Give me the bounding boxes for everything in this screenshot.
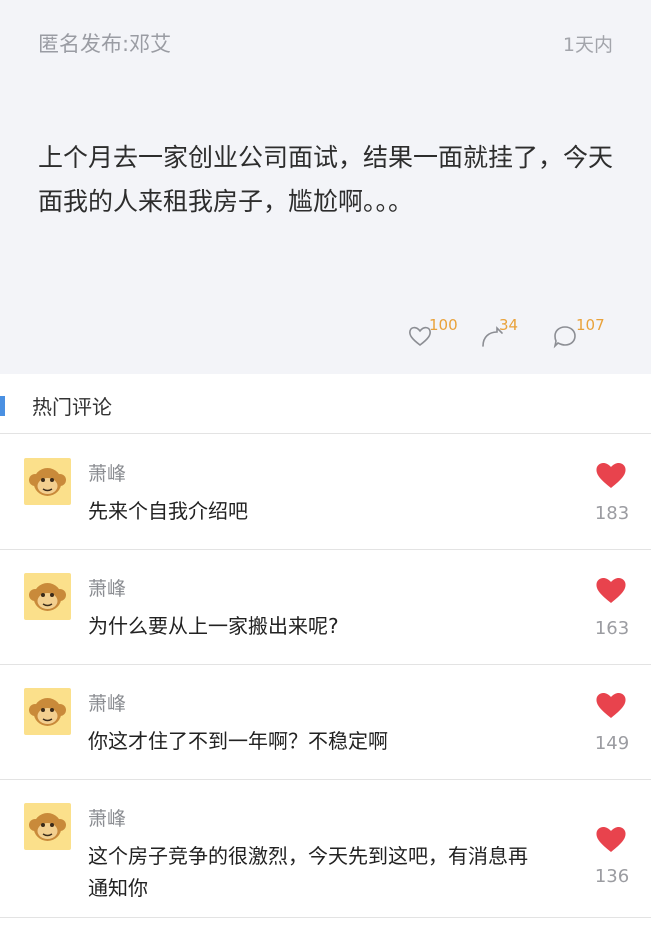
section-header: 热门评论 [0,374,651,434]
heart-icon[interactable] [595,460,627,490]
comment-like-count: 136 [594,866,630,887]
heart-icon[interactable] [595,690,627,720]
section-title: 热门评论 [32,395,112,419]
monkey-avatar-icon [29,698,66,726]
comment-like-count: 149 [594,733,630,754]
monkey-avatar-icon [29,583,66,611]
avatar[interactable] [24,803,71,850]
heart-icon[interactable] [595,824,627,854]
avatar[interactable] [24,688,71,735]
section-accent-bar [0,396,5,416]
monkey-avatar-icon [29,813,66,841]
comment-author[interactable]: 萧峰 [88,574,126,601]
comment-text: 这个房子竞争的很激烈，今天先到这吧，有消息再通知你 [88,844,528,900]
comment-item: 萧峰 为什么要从上一家搬出来呢? 163 [0,550,651,665]
comment-count: 107 [576,316,605,334]
comment-list: 萧峰 先来个自我介绍吧 183 萧峰 为什么要从上一家搬出来呢? 163 萧峰 … [0,435,651,918]
comment-like-count: 163 [594,618,630,639]
comment-item: 萧峰 先来个自我介绍吧 183 [0,435,651,550]
comment-author[interactable]: 萧峰 [88,459,126,486]
comment-item: 萧峰 你这才住了不到一年啊？不稳定啊 149 [0,665,651,780]
comment-text: 为什么要从上一家搬出来呢? [88,614,339,638]
post-card: 匿名发布:邓艾 1天内 上个月去一家创业公司面试，结果一面就挂了，今天面我的人来… [0,0,651,374]
comment-text: 先来个自我介绍吧 [88,499,248,523]
comment-author[interactable]: 萧峰 [88,689,126,716]
avatar[interactable] [24,458,71,505]
comment-item: 萧峰 这个房子竞争的很激烈，今天先到这吧，有消息再通知你 136 [0,780,651,918]
post-author[interactable]: 匿名发布:邓艾 [38,28,171,58]
post-content: 上个月去一家创业公司面试，结果一面就挂了，今天面我的人来租我房子，尴尬啊。。。 [38,143,614,216]
share-count: 34 [499,316,519,334]
post-time: 1天内 [562,34,613,56]
monkey-avatar-icon [29,468,66,496]
heart-icon[interactable] [595,575,627,605]
comment-like-count: 183 [594,503,630,524]
comment-text: 你这才住了不到一年啊？不稳定啊 [88,729,388,753]
like-count: 100 [429,316,458,334]
comment-bubble-icon [553,326,576,349]
avatar[interactable] [24,573,71,620]
comment-author[interactable]: 萧峰 [88,804,126,831]
